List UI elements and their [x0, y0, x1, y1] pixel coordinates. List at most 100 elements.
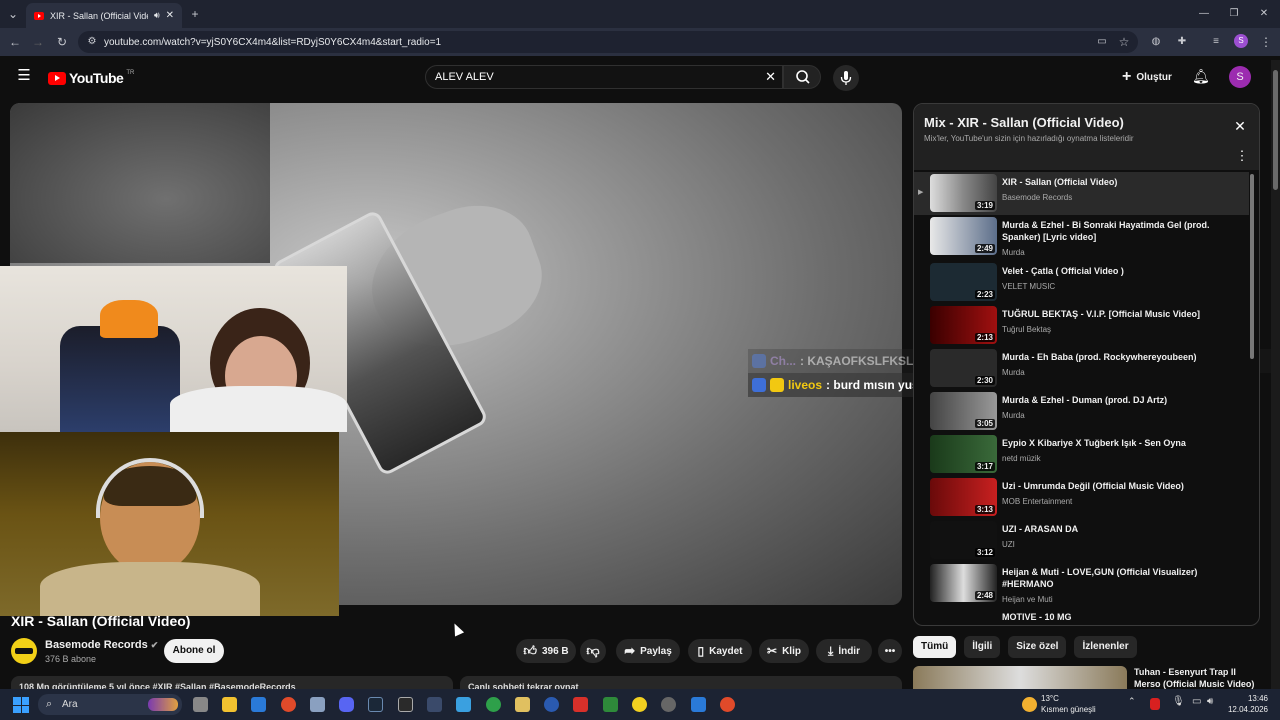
discord-icon[interactable]: [339, 697, 354, 712]
clip-button[interactable]: ✂ Klip: [759, 639, 809, 663]
playlist-item-channel: Murda: [1002, 368, 1025, 377]
epic-games-icon[interactable]: [398, 697, 413, 712]
playlist-menu-icon[interactable]: ⋮: [1234, 148, 1250, 164]
playlist-title[interactable]: Mix - XIR - Sallan (Official Video): [924, 115, 1124, 130]
account-avatar[interactable]: S: [1229, 66, 1251, 88]
playlist-item[interactable]: ▶ 3:19 XIR - Sallan (Official Video) Bas…: [914, 172, 1249, 215]
chrome-icon[interactable]: [281, 697, 296, 712]
clock[interactable]: 13:46 12.04.2026: [1224, 693, 1268, 715]
search-button[interactable]: [783, 65, 821, 89]
voice-search-button[interactable]: [833, 65, 859, 91]
app4-icon[interactable]: [544, 697, 559, 712]
channel-name[interactable]: Basemode Records ✔: [45, 639, 158, 651]
playlist-item[interactable]: 2:48 Heijan & Muti - LOVE,GUN (Official …: [914, 562, 1249, 605]
playlist-item[interactable]: 3:12 UZI - ARASAN DA UZI: [914, 519, 1249, 562]
folder-icon[interactable]: [515, 697, 530, 712]
install-app-icon[interactable]: ▭: [1094, 34, 1110, 50]
app6-icon[interactable]: [661, 697, 676, 712]
tray-mic-icon[interactable]: 🎙︎: [1172, 696, 1185, 707]
playlist-item[interactable]: 2:23 Velet - Çatla ( Official Video ) VE…: [914, 261, 1249, 304]
chip-watched[interactable]: İzlenenler: [1074, 636, 1137, 658]
app7-icon[interactable]: [691, 697, 706, 712]
speaker-icon[interactable]: 🔊︎: [154, 10, 160, 21]
chat-badge-icon: [752, 354, 766, 368]
youtube-logo[interactable]: YouTube TR: [48, 70, 134, 86]
tray-chevron-icon[interactable]: ⌃: [1128, 696, 1136, 707]
playlist-item[interactable]: MOTIVE - 10 MG: [914, 607, 1249, 625]
orange-pumpkin: [100, 300, 158, 338]
site-info-icon[interactable]: ⚙: [84, 34, 100, 50]
playlist-item[interactable]: 2:49 Murda & Ezhel - Bi Sonraki Hayatimd…: [914, 215, 1249, 258]
close-window-icon[interactable]: ✕: [1256, 6, 1272, 22]
chip-for-you[interactable]: Size özel: [1008, 636, 1067, 658]
share-button[interactable]: ➦ Paylaş: [616, 639, 680, 663]
windows-start-icon[interactable]: [13, 697, 29, 713]
chip-related[interactable]: İlgili: [964, 636, 1001, 658]
extension-icon[interactable]: ◍: [1148, 34, 1164, 50]
forward-icon[interactable]: →: [30, 34, 46, 50]
more-actions-button[interactable]: •••: [878, 639, 902, 663]
like-button[interactable]: 👍︎ 396 B: [516, 639, 576, 663]
chip-all[interactable]: Tümü: [913, 636, 957, 658]
app5-icon[interactable]: [632, 697, 647, 712]
channel-avatar[interactable]: [11, 638, 37, 664]
save-button[interactable]: ▯ Kaydet: [688, 639, 752, 663]
volume-icon[interactable]: 🔊︎: [1207, 696, 1213, 707]
playlist-item[interactable]: 3:13 Uzi - Umrumda Değil (Official Music…: [914, 476, 1249, 519]
xbox-icon[interactable]: [486, 697, 501, 712]
playlist-item[interactable]: 3:17 Eypio X Kibariye X Tuğberk Işık - S…: [914, 433, 1249, 476]
app2-icon[interactable]: [427, 697, 442, 712]
store-icon[interactable]: [251, 697, 266, 712]
chrome-active-icon[interactable]: [720, 697, 735, 712]
menu-dots-icon[interactable]: ⋮: [1258, 34, 1274, 50]
create-button[interactable]: + Oluştur: [1122, 68, 1172, 86]
puzzle-icon[interactable]: ✚: [1174, 34, 1190, 50]
media-control-icon[interactable]: ≡: [1208, 34, 1224, 50]
browser-tab[interactable]: XIR - Sallan (Official Video) 🔊︎ ✕: [26, 3, 182, 28]
close-tab-icon[interactable]: ✕: [166, 10, 174, 21]
playlist-scrollbar[interactable]: [1250, 174, 1254, 359]
profile-avatar-icon[interactable]: S: [1234, 34, 1248, 48]
playlist-item-channel: netd müzik: [1002, 454, 1041, 463]
maximize-icon[interactable]: ❐: [1226, 6, 1242, 22]
playlist-item[interactable]: 3:05 Murda & Ezhel - Duman (prod. DJ Art…: [914, 390, 1249, 433]
recommended-thumbnail[interactable]: [913, 666, 1127, 689]
duration-badge: 2:23: [974, 290, 995, 299]
reload-icon[interactable]: ↻: [54, 34, 70, 50]
address-bar[interactable]: ⚙ youtube.com/watch?v=yjS0Y6CX4m4&list=R…: [78, 31, 1138, 53]
app3-icon[interactable]: [456, 697, 471, 712]
notifications-bell-icon[interactable]: 🔔︎: [1192, 68, 1210, 84]
browser-tab-bar: ⌄ XIR - Sallan (Official Video) 🔊︎ ✕ + —…: [0, 0, 1280, 28]
microphone-icon: [840, 71, 852, 85]
duration-badge: 2:48: [974, 591, 995, 600]
download-button[interactable]: ⤓ İndir: [816, 639, 872, 663]
search-input[interactable]: ALEV ALEV ✕: [425, 65, 783, 89]
acrobat-icon[interactable]: [573, 697, 588, 712]
taskbar-search[interactable]: ⌕ Ara: [38, 694, 182, 715]
file-explorer-icon[interactable]: [222, 697, 237, 712]
subscribe-button[interactable]: Abone ol: [164, 639, 224, 663]
task-view-icon[interactable]: [193, 697, 208, 712]
tray-app-icon[interactable]: [1150, 698, 1160, 710]
steam-icon[interactable]: [368, 697, 383, 712]
playlist-item[interactable]: 2:30 Murda - Eh Baba (prod. Rockywhereyo…: [914, 347, 1249, 390]
weather-text: Kısmen güneşli: [1041, 705, 1096, 714]
weather-widget[interactable]: 13°C Kısmen güneşli: [1041, 693, 1096, 715]
app-icon[interactable]: [310, 697, 325, 712]
close-playlist-icon[interactable]: ✕: [1232, 118, 1248, 134]
search-value: ALEV ALEV: [435, 71, 494, 83]
back-icon[interactable]: ←: [7, 34, 23, 50]
excel-icon[interactable]: [603, 697, 618, 712]
bookmark-star-icon[interactable]: ☆: [1116, 34, 1132, 50]
hamburger-menu-icon[interactable]: ☰: [16, 68, 32, 84]
minimize-icon[interactable]: —: [1196, 6, 1212, 22]
page-scrollbar-thumb[interactable]: [1273, 70, 1278, 190]
clear-search-icon[interactable]: ✕: [765, 66, 776, 88]
playlist-item[interactable]: 2:13 TUĞRUL BEKTAŞ - V.I.P. [Official Mu…: [914, 304, 1249, 347]
recommended-title[interactable]: Tuhan - Esenyurt Trap II Merso (Official…: [1134, 666, 1264, 690]
dislike-button[interactable]: 👎︎: [580, 639, 606, 663]
new-tab-button[interactable]: +: [187, 6, 203, 22]
network-icon[interactable]: ▭: [1192, 696, 1201, 707]
weather-icon[interactable]: [1022, 697, 1037, 712]
tab-search-icon[interactable]: ⌄: [5, 6, 21, 22]
